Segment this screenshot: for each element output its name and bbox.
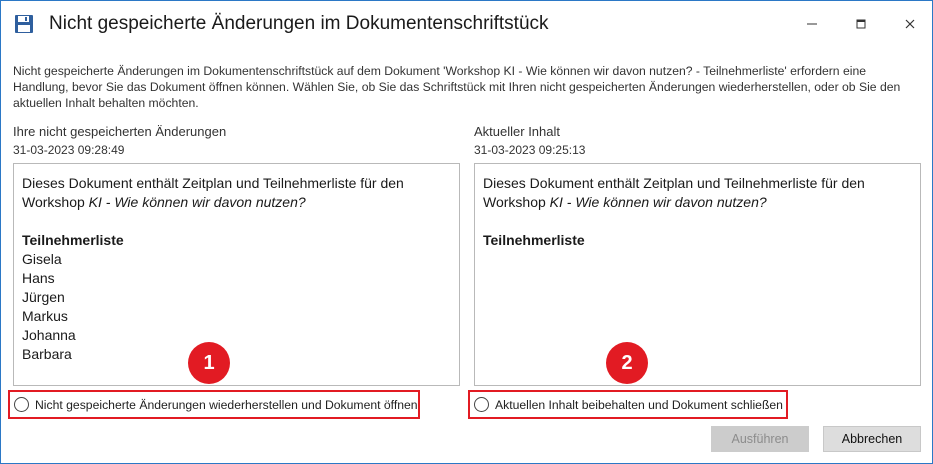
execute-button[interactable]: Ausführen [711,426,809,452]
close-icon[interactable] [895,11,925,37]
list-item: Jürgen [22,289,65,305]
title-bar: Nicht gespeicherte Änderungen im Dokumen… [1,1,932,47]
list-item: Barbara [22,346,72,362]
list-heading: Teilnehmerliste [22,232,124,248]
cancel-button[interactable]: Abbrechen [823,426,921,452]
maximize-icon[interactable] [846,11,876,37]
right-content-panel: Dieses Dokument enthält Zeitplan und Tei… [474,163,921,386]
left-column-heading: Ihre nicht gespeicherten Änderungen [13,124,227,139]
keep-radio[interactable] [474,397,489,412]
keep-option-label: Aktuellen Inhalt beibehalten und Dokumen… [495,397,783,412]
content-line: Workshop KI - Wie können wir davon nutze… [22,194,306,210]
window-title: Nicht gespeicherte Änderungen im Dokumen… [49,13,549,34]
restore-option[interactable]: Nicht gespeicherte Änderungen wiederhers… [8,390,420,419]
list-item: Johanna [22,327,76,343]
step-badge-2: 2 [606,342,648,384]
right-column-date: 31-03-2023 09:25:13 [474,143,586,157]
content-line: Dieses Dokument enthält Zeitplan und Tei… [483,175,865,191]
list-item: Hans [22,270,55,286]
minimize-icon[interactable] [797,11,827,37]
save-icon [15,15,33,33]
restore-radio[interactable] [14,397,29,412]
right-column-heading: Aktueller Inhalt [474,124,560,139]
list-heading: Teilnehmerliste [483,232,585,248]
restore-option-label: Nicht gespeicherte Änderungen wiederhers… [35,397,418,412]
dialog-window: Nicht gespeicherte Änderungen im Dokumen… [0,0,933,464]
left-content-panel: Dieses Dokument enthält Zeitplan und Tei… [13,163,460,386]
intro-text: Nicht gespeicherte Änderungen im Dokumen… [13,64,901,110]
list-item: Markus [22,308,68,324]
content-line: Dieses Dokument enthält Zeitplan und Tei… [22,175,404,191]
list-item: Gisela [22,251,62,267]
keep-option[interactable]: Aktuellen Inhalt beibehalten und Dokumen… [468,390,788,419]
step-badge-1: 1 [188,342,230,384]
left-column-date: 31-03-2023 09:28:49 [13,143,125,157]
content-line: Workshop KI - Wie können wir davon nutze… [483,194,767,210]
